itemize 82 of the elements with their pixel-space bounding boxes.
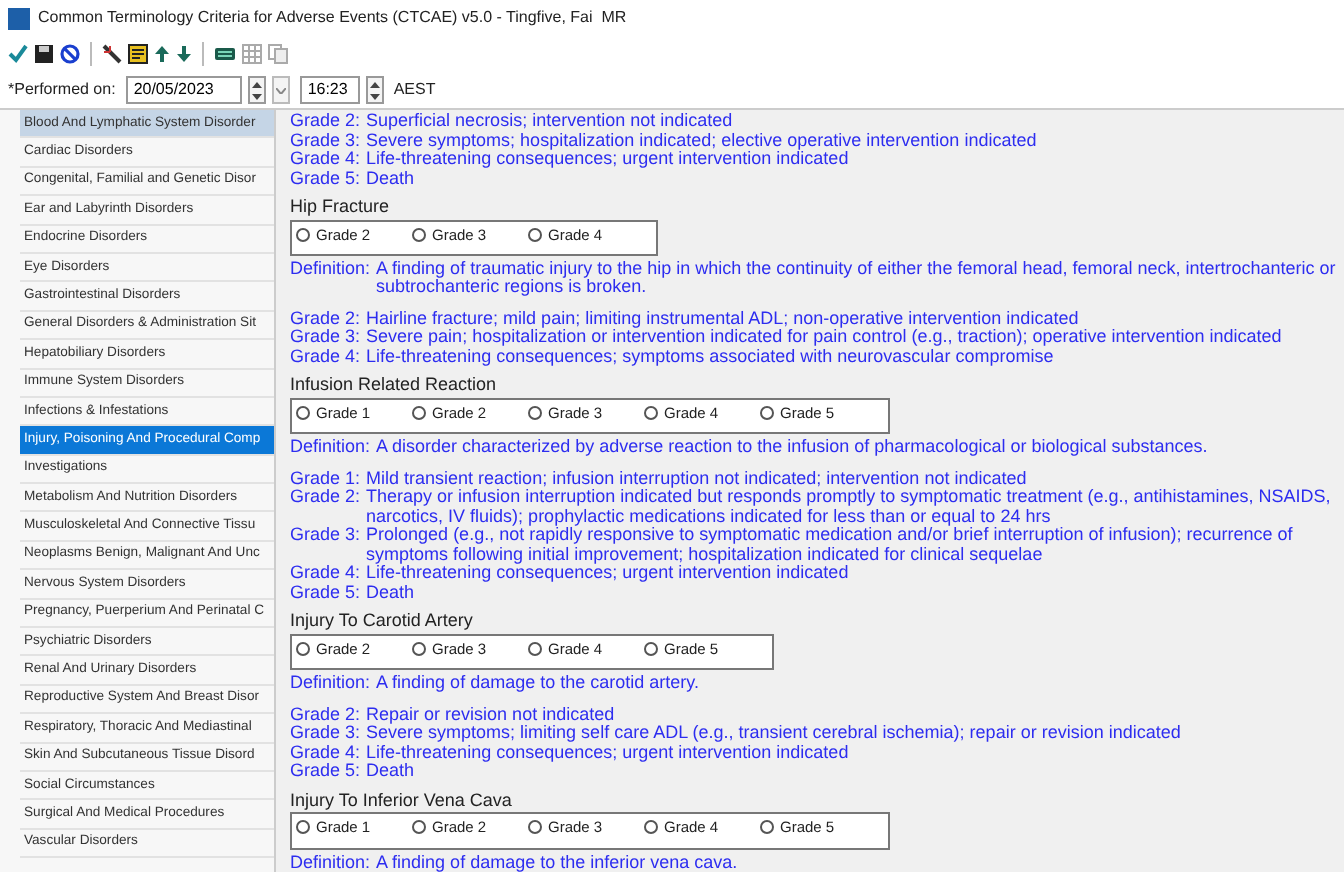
grade-label: Grade 3: [290,724,363,744]
grade-description: A finding of traumatic injury to the hip in which the continuity of either the femoral head, femoral neck, intertrochanteric or subtrochanteric regions is broken. [376,259,1338,298]
radio-button[interactable] [528,227,542,242]
grade-label: Grade 4: [290,743,363,763]
grade-label: Grade 2: [290,705,363,725]
grade-description: Life-threatening consequences; urgent intervention indicated [366,150,849,169]
app-logo-icon [8,7,30,29]
up-caret-icon [369,81,380,87]
radio-button[interactable] [644,642,658,656]
section-title: Hip Fracture [290,198,392,217]
window-title: Common Terminology Criteria for Adverse Events (CTCAE) v5.0 - Tingfive, Fai MR [38,6,627,30]
grade-label: Grade 5: [290,169,363,188]
grade-label: Grade 5: [290,762,363,782]
save-icon[interactable] [34,44,54,64]
grade-description: Repair or revision not indicated [366,705,615,724]
down-caret-icon [251,93,262,99]
radio-button[interactable] [412,642,426,656]
grade-description: Death [366,762,415,782]
radio-button[interactable] [296,820,310,835]
section-title: Infusion Related Reaction [290,376,499,396]
down-caret-icon [369,93,380,99]
grade-description: A disorder characterized by adverse reaction to the infusion of pharmacological or biological substances. [376,438,1208,458]
grade-label: Grade 3: [290,526,363,549]
radio-button[interactable] [412,820,426,835]
down-arrow-icon[interactable] [176,44,192,64]
radio-button[interactable] [412,227,426,242]
down-caret-icon [275,87,286,93]
grade-description: Death [366,169,415,188]
grade-description: Prolonged (e.g., not rapidly responsive to symptomatic medication and/or brief interruption of infusion); recurrence of symptoms following initial improvement; hospitalization indicated for clinical sequelae [366,526,1295,565]
definition-label: Definition: [290,438,373,458]
grade-description: A finding of damage to the carotid artery. [376,674,699,694]
radio-button[interactable] [644,820,658,835]
grade-label: Grade 5: [290,583,363,603]
grade-description: Hairline fracture; mild pain; limiting instrumental ADL; non-operative intervention indicated [366,309,1079,329]
grade-label: Grade 1: [290,469,363,489]
timezone-label: AEST [393,78,436,102]
definition-label: Definition: [290,259,373,282]
definition-label: Definition: [290,674,373,694]
radio-button[interactable] [296,227,310,242]
grade-description: Life-threatening consequences; urgent intervention indicated [366,564,849,584]
radio-button[interactable] [528,642,542,656]
grade-label: Grade 3: [290,328,363,348]
spin-button[interactable] [247,76,266,104]
spin-button[interactable] [365,76,384,104]
grade-label: Grade 4: [290,564,363,584]
definition-label: Definition: [290,853,373,872]
up-arrow-icon[interactable] [154,44,170,64]
time-field[interactable]: 16:23 [299,76,360,104]
radio-button[interactable] [760,820,774,835]
radio-button[interactable] [760,406,774,421]
wand-icon[interactable] [102,44,122,64]
radio-button[interactable] [528,406,542,421]
grade-description: Severe pain; hospitalization or intervention indicated for pain control (e.g., traction); operative intervention indicated [366,328,1282,348]
radio-button[interactable] [296,642,310,656]
checkmark-icon[interactable] [8,44,28,64]
grade-label: Grade 2: [290,112,363,131]
grade-description: Mild transient reaction; infusion interruption not indicated; intervention not indicated [366,469,1027,489]
date-field[interactable]: 20/05/2023 [125,76,242,104]
performed-on-label: *Performed on: [8,78,116,102]
grade-description: A finding of damage to the inferior vena cava. [376,853,738,872]
grade-description: Life-threatening consequences; urgent intervention indicated [366,743,849,763]
grade-description: Severe symptoms; limiting self care ADL (e.g., transient cerebral ischemia); repair or revision indicated [366,724,1181,744]
up-caret-icon [251,81,262,87]
grade-label: Grade 4: [290,347,363,367]
radio-button[interactable] [296,406,310,421]
grade-description: Life-threatening consequences; symptoms associated with neurovascular compromise [366,347,1054,367]
grade-description: Death [366,583,415,603]
section-title: Injury To Inferior Vena Cava [290,791,514,811]
document-icon[interactable] [128,44,148,64]
radio-button[interactable] [528,820,542,835]
grade-description: Therapy or infusion interruption indicated but responds promptly to symptomatic treatment (e.g., antihistamines, NSAIDS, narcotics, IV fluids); prophylactic medications indicated for less than or equal to 24 hrs [366,488,1333,527]
section-title: Injury To Carotid Artery [290,612,475,632]
grade-label: Grade 4: [290,150,363,169]
grade-label: Grade 3: [290,131,363,150]
grade-label: Grade 2: [290,309,363,329]
grade-description: Severe symptoms; hospitalization indicated; elective operative intervention indicated [366,131,1037,150]
grade-label: Grade 2: [290,488,363,511]
keyboard-icon[interactable] [214,44,236,64]
radio-button[interactable] [412,406,426,421]
grade-description: Superficial necrosis; intervention not indicated [366,112,733,131]
radio-button[interactable] [644,406,658,421]
cancel-icon[interactable] [60,44,80,64]
